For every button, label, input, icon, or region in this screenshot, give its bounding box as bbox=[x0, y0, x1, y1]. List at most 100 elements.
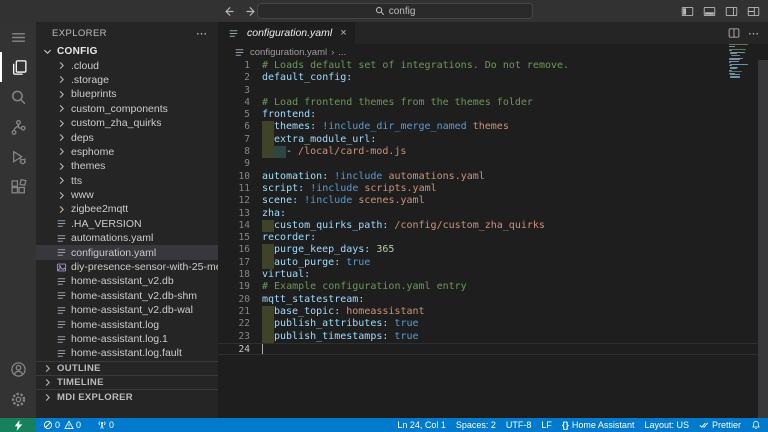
toggle-sidebar-icon[interactable] bbox=[681, 5, 694, 18]
encoding[interactable]: UTF-8 bbox=[506, 420, 532, 430]
tab-configuration-yaml[interactable]: configuration.yaml × bbox=[218, 22, 355, 44]
code-line-6[interactable]: 6themes: !include_dir_merge_named themes bbox=[218, 121, 768, 133]
code-line-20[interactable]: 20mqtt_statestream: bbox=[218, 294, 768, 306]
tree-item-custom-zha-quirks[interactable]: custom_zha_quirks bbox=[36, 116, 218, 130]
problems-warnings[interactable]: 0 bbox=[64, 420, 81, 430]
toggle-secondary-sidebar-icon[interactable] bbox=[725, 5, 738, 18]
tree-item-tts[interactable]: tts bbox=[36, 174, 218, 188]
section-timeline[interactable]: TIMELINE bbox=[36, 375, 218, 389]
tree-item-configuration-yaml[interactable]: configuration.yaml bbox=[36, 245, 218, 259]
tree-item-ha-version[interactable]: .HA_VERSION bbox=[36, 217, 218, 231]
tree-item-custom-components[interactable]: custom_components bbox=[36, 102, 218, 116]
code-line-19[interactable]: 19# Example configuration.yaml entry bbox=[218, 281, 768, 293]
tree-item-automations-yaml[interactable]: automations.yaml bbox=[36, 231, 218, 245]
code-line-22[interactable]: 22publish_attributes: true bbox=[218, 318, 768, 330]
tree-item-storage[interactable]: .storage bbox=[36, 73, 218, 87]
tree-item-deps[interactable]: deps bbox=[36, 130, 218, 144]
code-line-14[interactable]: 14custom_quirks_path: /config/custom_zha… bbox=[218, 220, 768, 232]
code-line-15[interactable]: 15recorder: bbox=[218, 232, 768, 244]
extensions-icon[interactable] bbox=[0, 172, 36, 202]
code-line-18[interactable]: 18virtual: bbox=[218, 269, 768, 281]
code-line-2[interactable]: 2default_config: bbox=[218, 72, 768, 84]
indentation[interactable]: Spaces: 2 bbox=[456, 420, 496, 430]
tree-item-label: home-assistant_v2.db-shm bbox=[71, 290, 197, 302]
indent-highlight bbox=[262, 331, 274, 343]
sidebar-more-actions-icon[interactable]: ⋯ bbox=[196, 27, 208, 40]
tree-item-home-assistant-v2-db-wal[interactable]: home-assistant_v2.db-wal bbox=[36, 303, 218, 317]
tree-item-home-assistant-v2-db[interactable]: home-assistant_v2.db bbox=[36, 274, 218, 288]
code-line-9[interactable]: 9 bbox=[218, 158, 768, 170]
line-content: # Load frontend themes from the themes f… bbox=[250, 97, 768, 109]
indent-highlight bbox=[274, 146, 286, 158]
code-line-12[interactable]: 12scene: !include scenes.yaml bbox=[218, 195, 768, 207]
toggle-panel-icon[interactable] bbox=[703, 5, 716, 18]
code-line-13[interactable]: 13zha: bbox=[218, 208, 768, 220]
minimap[interactable] bbox=[729, 44, 755, 80]
line-number: 14 bbox=[218, 220, 250, 232]
code-line-4[interactable]: 4# Load frontend themes from the themes … bbox=[218, 97, 768, 109]
customize-layout-icon[interactable] bbox=[747, 5, 760, 18]
line-content: default_config: bbox=[250, 72, 768, 84]
line-number: 23 bbox=[218, 331, 250, 343]
code-line-23[interactable]: 23publish_timestamps: true bbox=[218, 331, 768, 343]
line-content: zha: bbox=[250, 208, 768, 220]
code-line-24[interactable]: 24 bbox=[218, 343, 768, 355]
settings-gear-icon[interactable] bbox=[0, 384, 36, 414]
section-outline[interactable]: OUTLINE bbox=[36, 361, 218, 375]
code-line-21[interactable]: 21base_topic: homeassistant bbox=[218, 306, 768, 318]
problems-errors[interactable]: 0 bbox=[43, 420, 60, 430]
tree-item-blueprints[interactable]: blueprints bbox=[36, 87, 218, 101]
tree-item-home-assistant-v2-db-shm[interactable]: home-assistant_v2.db-shm bbox=[36, 289, 218, 303]
tab-close-icon[interactable]: × bbox=[340, 27, 346, 39]
breadcrumb-more[interactable]: ... bbox=[338, 47, 346, 58]
menu-icon[interactable] bbox=[0, 22, 36, 52]
indent-highlight bbox=[262, 121, 274, 133]
tree-item-home-assistant-log-fault[interactable]: home-assistant.log.fault bbox=[36, 346, 218, 360]
accounts-icon[interactable] bbox=[0, 354, 36, 384]
remote-indicator[interactable] bbox=[0, 418, 36, 432]
editor-more-actions-icon[interactable]: ⋯ bbox=[748, 27, 760, 40]
tree-item-config[interactable]: CONFIG bbox=[36, 44, 218, 58]
tree-item-zigbee2mqtt[interactable]: zigbee2mqtt bbox=[36, 202, 218, 216]
breadcrumb[interactable]: configuration.yaml › ... bbox=[218, 44, 768, 60]
tree-item-themes[interactable]: themes bbox=[36, 159, 218, 173]
split-editor-icon[interactable] bbox=[728, 27, 740, 39]
line-number: 12 bbox=[218, 195, 250, 207]
eol-sequence[interactable]: LF bbox=[541, 420, 552, 430]
tree-item-www[interactable]: www bbox=[36, 188, 218, 202]
code-line-8[interactable]: 8- /local/card-mod.js bbox=[218, 146, 768, 158]
tree-item-esphome[interactable]: esphome bbox=[36, 145, 218, 159]
status-bar: 0 0 0 Ln 24, Col 1 Spaces: 2 UTF-8 LF {}… bbox=[0, 418, 768, 432]
ports-forwarded[interactable]: 0 bbox=[97, 420, 114, 430]
keyboard-layout[interactable]: Layout: US bbox=[644, 420, 689, 430]
tree-item-home-assistant-log-1[interactable]: home-assistant.log.1 bbox=[36, 332, 218, 346]
command-center-search[interactable]: config bbox=[257, 3, 533, 19]
code-line-16[interactable]: 16purge_keep_days: 365 bbox=[218, 244, 768, 256]
back-arrow-icon[interactable] bbox=[222, 5, 235, 18]
code-area[interactable]: 1# Loads default set of integrations. Do… bbox=[218, 60, 768, 418]
cursor-position[interactable]: Ln 24, Col 1 bbox=[397, 420, 446, 430]
explorer-icon[interactable] bbox=[0, 52, 36, 82]
source-control-icon[interactable] bbox=[0, 112, 36, 142]
tree-item-home-assistant-log[interactable]: home-assistant.log bbox=[36, 317, 218, 331]
code-line-17[interactable]: 17auto_purge: true bbox=[218, 257, 768, 269]
tree-item-label: home-assistant_v2.db-wal bbox=[71, 304, 193, 316]
run-debug-icon[interactable] bbox=[0, 142, 36, 172]
code-line-10[interactable]: 10automation: !include automations.yaml bbox=[218, 171, 768, 183]
vertical-scrollbar[interactable] bbox=[758, 60, 768, 418]
code-line-3[interactable]: 3 bbox=[218, 85, 768, 97]
tree-item-diy-presence-sensor-with-25-meters-det[interactable]: diy-presence-sensor-with-25-meters-det..… bbox=[36, 260, 218, 274]
formatter-status[interactable]: Prettier bbox=[699, 420, 741, 430]
code-line-1[interactable]: 1# Loads default set of integrations. Do… bbox=[218, 60, 768, 72]
section-mdi-explorer[interactable]: MDI EXPLORER bbox=[36, 389, 218, 403]
line-number: 6 bbox=[218, 121, 250, 133]
code-line-5[interactable]: 5frontend: bbox=[218, 109, 768, 121]
notifications-bell-icon[interactable] bbox=[751, 420, 761, 430]
language-mode[interactable]: {} Home Assistant bbox=[562, 420, 635, 430]
tree-item-cloud[interactable]: .cloud bbox=[36, 58, 218, 72]
yaml-file-icon bbox=[226, 28, 240, 39]
code-line-11[interactable]: 11script: !include scripts.yaml bbox=[218, 183, 768, 195]
breadcrumb-file[interactable]: configuration.yaml bbox=[250, 47, 327, 58]
code-line-7[interactable]: 7extra_module_url: bbox=[218, 134, 768, 146]
search-view-icon[interactable] bbox=[0, 82, 36, 112]
